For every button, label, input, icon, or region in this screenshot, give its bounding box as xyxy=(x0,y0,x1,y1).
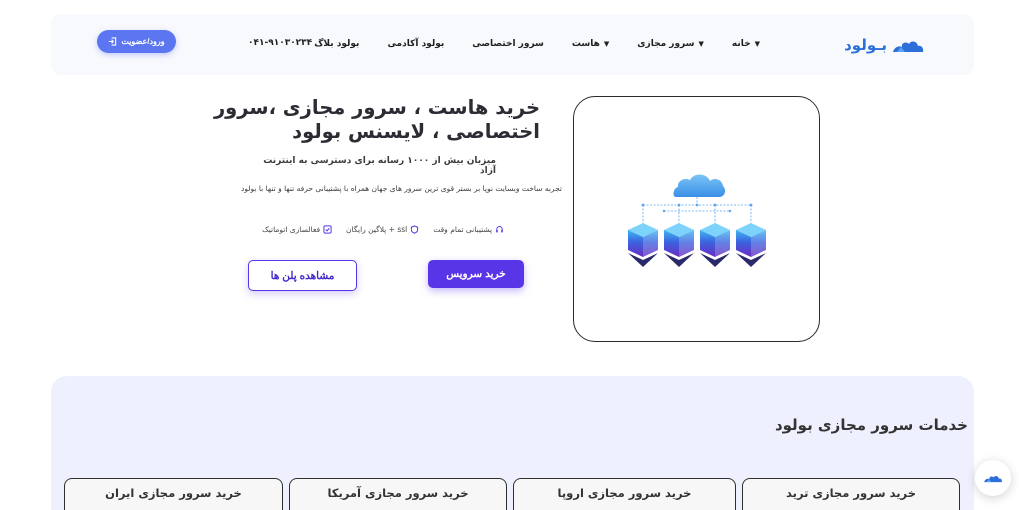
service-card-iran[interactable]: خرید سرور مجازی ایران xyxy=(64,478,283,510)
service-card-europe[interactable]: خرید سرور مجازی اروپا xyxy=(513,478,736,510)
phone-number[interactable]: ۰۴۱-۹۱۰۳۰۲۳۴ xyxy=(248,38,312,48)
feature-list: فعالسازی اتوماتیک ssl + پلاگین رایگان پش… xyxy=(262,225,512,234)
service-cards: خرید سرور مجازی ترید خرید سرور مجازی ارو… xyxy=(64,478,964,510)
cloud-icon xyxy=(673,174,726,197)
nav-item-host[interactable]: هاست ▼ xyxy=(572,39,609,49)
hero-title-line-2: اختصاصی ، لایسنس بولود xyxy=(292,120,540,143)
nav-item-vps[interactable]: سرور مجازی ▼ xyxy=(637,39,704,49)
feature-label: ssl + پلاگین رایگان xyxy=(346,225,408,234)
server-stack-icon xyxy=(628,223,766,267)
logo-text: بـولود xyxy=(844,36,887,54)
hero-title-line-1: خرید هاست ، سرور مجازی ،سرور xyxy=(213,96,540,119)
hero-title: خرید هاست ، سرور مجازی ،سرور اختصاصی ، ل… xyxy=(200,96,540,144)
hero-description: تجربه ساخت وبسایت نوپا بر بستر قوی ترین … xyxy=(241,184,562,193)
nav-item-label: بولود آکادمی xyxy=(387,39,445,49)
hero-illustration xyxy=(573,96,820,342)
nav-item-blog[interactable]: بولود بلاگ xyxy=(314,39,359,49)
headset-icon xyxy=(496,226,503,233)
service-card-trade[interactable]: خرید سرور مجازی ترید xyxy=(742,478,960,510)
nav-item-dedicated[interactable]: سرور اختصاصی xyxy=(472,39,544,49)
cloud-servers-illustration xyxy=(628,174,766,267)
feature-ssl: ssl + پلاگین رایگان xyxy=(346,225,419,234)
floating-cloud-button[interactable] xyxy=(975,460,1011,496)
site-header: بـولود خانه ▼ سرور مجازی ▼ هاست ▼ سرور ا… xyxy=(51,14,974,75)
hero-subtitle: میزبان بیش از ۱۰۰۰ رسانه برای دسترسی به … xyxy=(263,156,496,176)
feature-support: پشتیبانی تمام وقت xyxy=(433,225,504,234)
caret-down-icon: ▼ xyxy=(603,40,610,48)
service-card-america[interactable]: خرید سرور مجازی آمریکا xyxy=(289,478,507,510)
view-plans-button[interactable]: مشاهده پلن ها xyxy=(248,260,357,291)
main-nav: خانه ▼ سرور مجازی ▼ هاست ▼ سرور اختصاصی … xyxy=(314,39,760,49)
nav-item-label: بولود بلاگ xyxy=(314,39,360,49)
feature-label: فعالسازی اتوماتیک xyxy=(262,225,321,234)
services-section: خدمات سرور مجازی بولود خرید سرور مجازی ت… xyxy=(51,376,974,510)
checkbox-icon xyxy=(323,225,332,234)
feature-auto-activation: فعالسازی اتوماتیک xyxy=(262,225,332,234)
services-title: خدمات سرور مجازی بولود xyxy=(774,416,968,434)
nav-item-home[interactable]: خانه ▼ xyxy=(732,39,760,49)
buy-service-button[interactable]: خرید سرویس xyxy=(428,260,524,288)
site-logo[interactable]: بـولود xyxy=(835,34,925,58)
cloud-icon xyxy=(984,475,1002,483)
shield-icon xyxy=(411,225,419,234)
nav-item-label: خانه xyxy=(731,39,751,49)
login-icon xyxy=(109,37,117,46)
caret-down-icon: ▼ xyxy=(754,40,760,48)
login-label: ورود/عضویت xyxy=(121,37,165,46)
cloud-logo-icon xyxy=(893,41,924,52)
nav-item-label: هاست xyxy=(571,39,600,49)
login-button[interactable]: ورود/عضویت xyxy=(97,30,176,53)
caret-down-icon: ▼ xyxy=(698,40,704,48)
nav-item-label: سرور مجازی xyxy=(637,39,695,49)
nav-item-academy[interactable]: بولود آکادمی xyxy=(387,39,444,49)
feature-label: پشتیبانی تمام وقت xyxy=(433,225,493,234)
nav-item-label: سرور اختصاصی xyxy=(472,39,544,49)
